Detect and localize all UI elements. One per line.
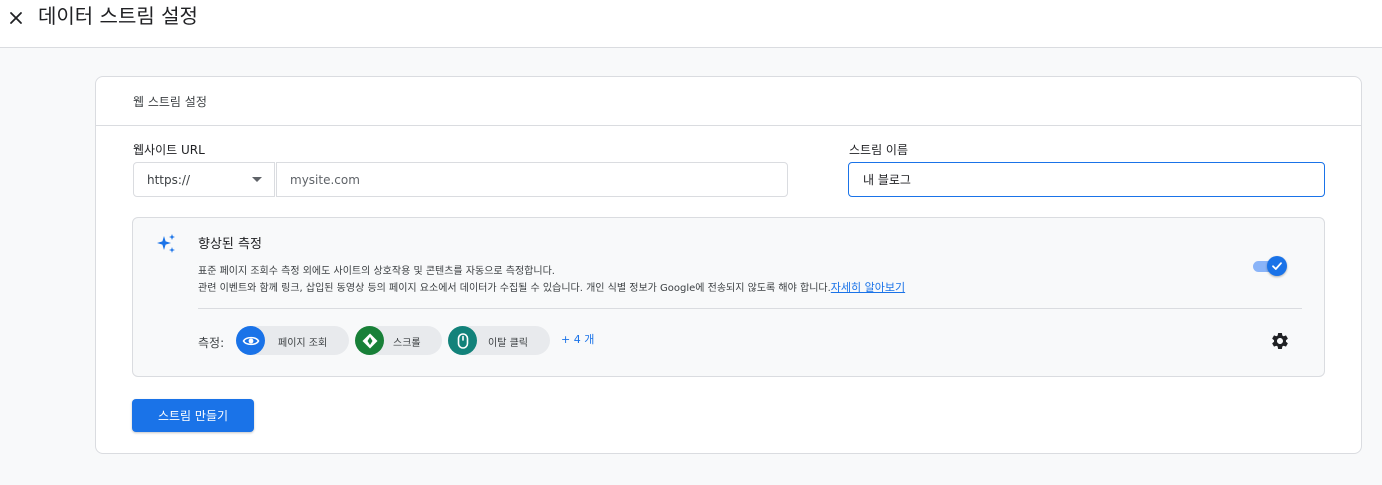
stream-name-label: 스트림 이름	[849, 143, 909, 157]
learn-more-link[interactable]: 자세히 알아보기	[831, 281, 905, 294]
check-icon	[1272, 262, 1282, 270]
description-line-2: 관련 이벤트와 함께 링크, 삽입된 동영상 등의 페이지 요소에서 데이터가 …	[198, 280, 1198, 297]
card-header: 웹 스트림 설정	[96, 77, 1361, 126]
protocol-select[interactable]: https://	[133, 162, 275, 197]
chip-scroll-label: 스크롤	[393, 338, 421, 349]
settings-button[interactable]	[1270, 331, 1290, 351]
card-title: 웹 스트림 설정	[133, 95, 207, 109]
eye-icon	[242, 336, 259, 345]
divider	[198, 308, 1302, 309]
sparkle-icon	[157, 234, 175, 253]
chip-scroll-icon-wrap	[355, 326, 384, 355]
mouse-icon	[457, 332, 468, 349]
close-button[interactable]	[4, 6, 28, 30]
chip-outbound-clicks[interactable]: 이탈 클릭	[448, 326, 550, 355]
protocol-value: https://	[147, 173, 191, 187]
top-bar: 데이터 스트림 설정	[0, 0, 1382, 48]
create-stream-button[interactable]: 스트림 만들기	[132, 399, 254, 432]
scroll-icon	[362, 333, 377, 348]
description-line-2-text: 관련 이벤트와 함께 링크, 삽입된 동영상 등의 페이지 요소에서 데이터가 …	[198, 283, 831, 294]
toggle-knob	[1267, 256, 1287, 276]
enhanced-measurement-title: 향상된 측정	[198, 237, 262, 252]
website-url-label: 웹사이트 URL	[133, 143, 205, 157]
page-title: 데이터 스트림 설정	[38, 4, 198, 28]
measures-label: 측정:	[198, 336, 225, 350]
chip-outbound-clicks-label: 이탈 클릭	[488, 338, 528, 349]
chip-scroll[interactable]: 스크롤	[355, 326, 442, 355]
close-icon	[10, 12, 22, 24]
chip-page-views-label: 페이지 조회	[278, 338, 328, 349]
enhanced-measurement-description: 표준 페이지 조회수 측정 외에도 사이트의 상호작용 및 콘텐츠를 자동으로 …	[198, 264, 1198, 297]
chip-page-views[interactable]: 페이지 조회	[236, 326, 349, 355]
website-url-input[interactable]	[276, 162, 788, 197]
dropdown-arrow-icon	[252, 177, 262, 182]
enhanced-measurement-toggle[interactable]	[1252, 256, 1288, 276]
web-stream-settings-card: 웹 스트림 설정 웹사이트 URL https:// 스트림 이름 향상된 측정…	[95, 76, 1362, 454]
chip-outbound-clicks-icon-wrap	[448, 326, 477, 355]
gear-icon	[1272, 333, 1288, 349]
chip-page-views-icon-wrap	[236, 326, 265, 355]
stream-name-input[interactable]	[848, 162, 1325, 197]
enhanced-measurement-panel: 향상된 측정 표준 페이지 조회수 측정 외에도 사이트의 상호작용 및 콘텐츠…	[132, 217, 1325, 377]
description-line-1: 표준 페이지 조회수 측정 외에도 사이트의 상호작용 및 콘텐츠를 자동으로 …	[198, 266, 555, 277]
more-measures-link[interactable]: + 4 개	[561, 331, 594, 347]
